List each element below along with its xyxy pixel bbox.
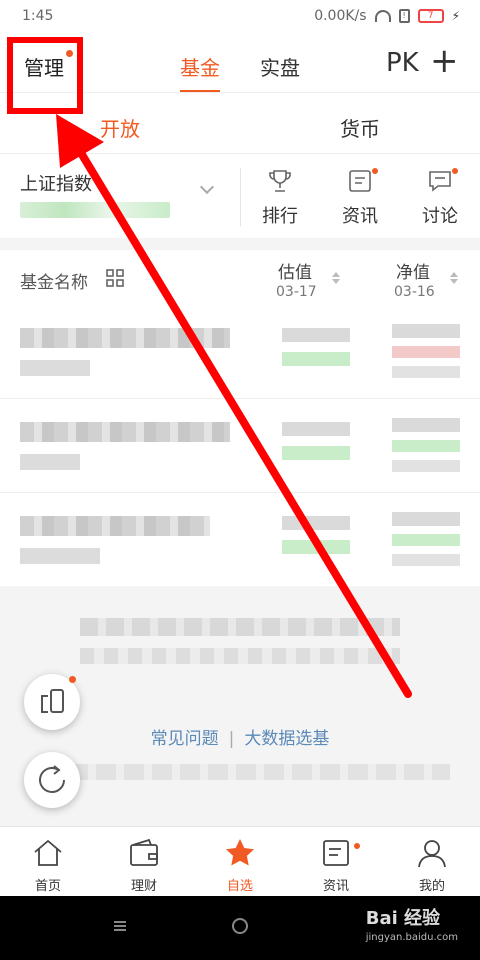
tab-news-label: 资讯 bbox=[322, 879, 349, 894]
sort-icon[interactable] bbox=[450, 272, 458, 284]
tab-watchlist[interactable]: 自选 bbox=[192, 827, 288, 897]
news-icon bbox=[323, 840, 349, 866]
disclaimer-blurred bbox=[40, 764, 450, 780]
fund-code-blurred bbox=[20, 454, 80, 470]
tab-home-label: 首页 bbox=[34, 879, 61, 894]
status-time: 1:45 bbox=[22, 8, 54, 24]
nav-value-blurred bbox=[392, 324, 460, 338]
fund-row[interactable] bbox=[0, 494, 480, 586]
annotation-highlight-box bbox=[7, 37, 83, 114]
fund-name-header: 基金名称 bbox=[20, 273, 88, 293]
index-name[interactable]: 上证指数 bbox=[20, 170, 92, 196]
fund-name-blurred bbox=[20, 422, 230, 442]
tab-news[interactable]: 资讯 bbox=[288, 827, 384, 897]
news-dot bbox=[372, 168, 378, 174]
tab-home[interactable]: 首页 bbox=[0, 827, 96, 897]
add-button[interactable]: + bbox=[430, 44, 459, 78]
fund-row[interactable] bbox=[0, 400, 480, 492]
estimate-value-blurred bbox=[282, 516, 350, 530]
network-speed: 0.00K/s bbox=[314, 8, 367, 24]
user-icon bbox=[418, 840, 446, 868]
news-dot bbox=[354, 843, 360, 849]
comment-icon[interactable] bbox=[427, 168, 453, 194]
fund-code-blurred bbox=[20, 360, 90, 376]
home-button-icon[interactable] bbox=[232, 918, 248, 934]
row-divider bbox=[0, 492, 480, 493]
tab-real[interactable]: 实盘 bbox=[260, 52, 300, 81]
watermark: Bai 经验 jingyan.baidu.com bbox=[366, 904, 458, 943]
estimate-change-blurred bbox=[282, 540, 350, 554]
tab-fund[interactable]: 基金 bbox=[180, 52, 220, 93]
charging-icon: ⚡ bbox=[451, 9, 460, 23]
trophy-icon[interactable] bbox=[267, 168, 293, 194]
fund-code-blurred bbox=[20, 548, 100, 564]
nav-extra-blurred bbox=[392, 366, 460, 378]
tab-open[interactable]: 开放 bbox=[92, 113, 148, 160]
news-button[interactable]: 资讯 bbox=[342, 202, 378, 228]
menu-icon[interactable] bbox=[114, 921, 126, 931]
notification-dot bbox=[69, 676, 76, 683]
sort-icon[interactable] bbox=[332, 272, 340, 284]
wifi-icon bbox=[374, 10, 391, 22]
tab-finance[interactable]: 理财 bbox=[96, 827, 192, 897]
refresh-button[interactable] bbox=[24, 752, 80, 808]
estimate-value-blurred bbox=[282, 328, 350, 342]
discuss-dot bbox=[452, 168, 458, 174]
fund-list: 基金名称 估值 03-17 净值 03-16 bbox=[0, 250, 480, 586]
ranking-button[interactable]: 排行 bbox=[262, 202, 298, 228]
tab-watchlist-label: 自选 bbox=[226, 879, 253, 894]
nav-change-blurred bbox=[392, 440, 460, 452]
status-icons: 0.00K/s ! 7 ⚡ bbox=[314, 8, 460, 24]
nav-extra-blurred bbox=[392, 554, 460, 566]
notice-blurred bbox=[80, 648, 400, 664]
fund-name-blurred bbox=[20, 516, 210, 536]
nav-value-blurred bbox=[392, 418, 460, 432]
star-icon bbox=[226, 839, 254, 866]
watermark-brand: Bai 经验 bbox=[365, 908, 441, 929]
tab-finance-label: 理财 bbox=[130, 879, 157, 894]
system-nav-bar: Bai 经验 jingyan.baidu.com bbox=[0, 896, 480, 960]
nav-extra-blurred bbox=[392, 460, 460, 472]
wallet-icon bbox=[130, 838, 158, 866]
watermark-url: jingyan.baidu.com bbox=[365, 932, 458, 943]
home-icon bbox=[34, 839, 62, 866]
estimate-change-blurred bbox=[282, 446, 350, 460]
link-separator: | bbox=[228, 729, 235, 749]
discuss-button[interactable]: 讨论 bbox=[422, 202, 458, 228]
estimate-value-blurred bbox=[282, 422, 350, 436]
divider bbox=[240, 168, 241, 226]
bottom-tab-bar: 首页 理财 自选 资讯 我的 bbox=[0, 826, 480, 896]
estimate-change-blurred bbox=[282, 352, 350, 366]
estimate-header[interactable]: 估值 bbox=[278, 258, 312, 283]
fund-name-blurred bbox=[20, 328, 230, 348]
faq-link[interactable]: 常见问题 bbox=[151, 729, 219, 749]
row-divider bbox=[0, 398, 480, 399]
refresh-icon bbox=[39, 765, 65, 793]
pk-button[interactable]: PK bbox=[386, 48, 419, 78]
nav-change-blurred bbox=[392, 346, 460, 358]
tab-mine-label: 我的 bbox=[418, 879, 445, 894]
tab-currency[interactable]: 货币 bbox=[340, 113, 380, 142]
estimate-date: 03-17 bbox=[276, 284, 317, 300]
battery-icon: 7 bbox=[417, 9, 444, 23]
news-icon[interactable] bbox=[347, 168, 373, 194]
chevron-down-icon[interactable] bbox=[199, 179, 215, 195]
notice-blurred bbox=[80, 618, 400, 636]
big-data-link[interactable]: 大数据选基 bbox=[244, 729, 329, 749]
nav-change-blurred bbox=[392, 534, 460, 546]
grid-icon[interactable] bbox=[106, 269, 124, 287]
tab-mine[interactable]: 我的 bbox=[384, 827, 480, 897]
nav-value-blurred bbox=[392, 512, 460, 526]
nav-header[interactable]: 净值 bbox=[396, 258, 430, 283]
sim-icon: ! bbox=[398, 9, 410, 23]
fund-row[interactable] bbox=[0, 306, 480, 398]
index-panel: 上证指数 排行 资讯 讨论 bbox=[0, 154, 480, 238]
nav-date: 03-16 bbox=[394, 284, 435, 300]
floating-action-button[interactable] bbox=[24, 674, 80, 730]
status-bar: 1:45 0.00K/s ! 7 ⚡ bbox=[0, 0, 480, 34]
index-value-blurred bbox=[20, 202, 170, 218]
